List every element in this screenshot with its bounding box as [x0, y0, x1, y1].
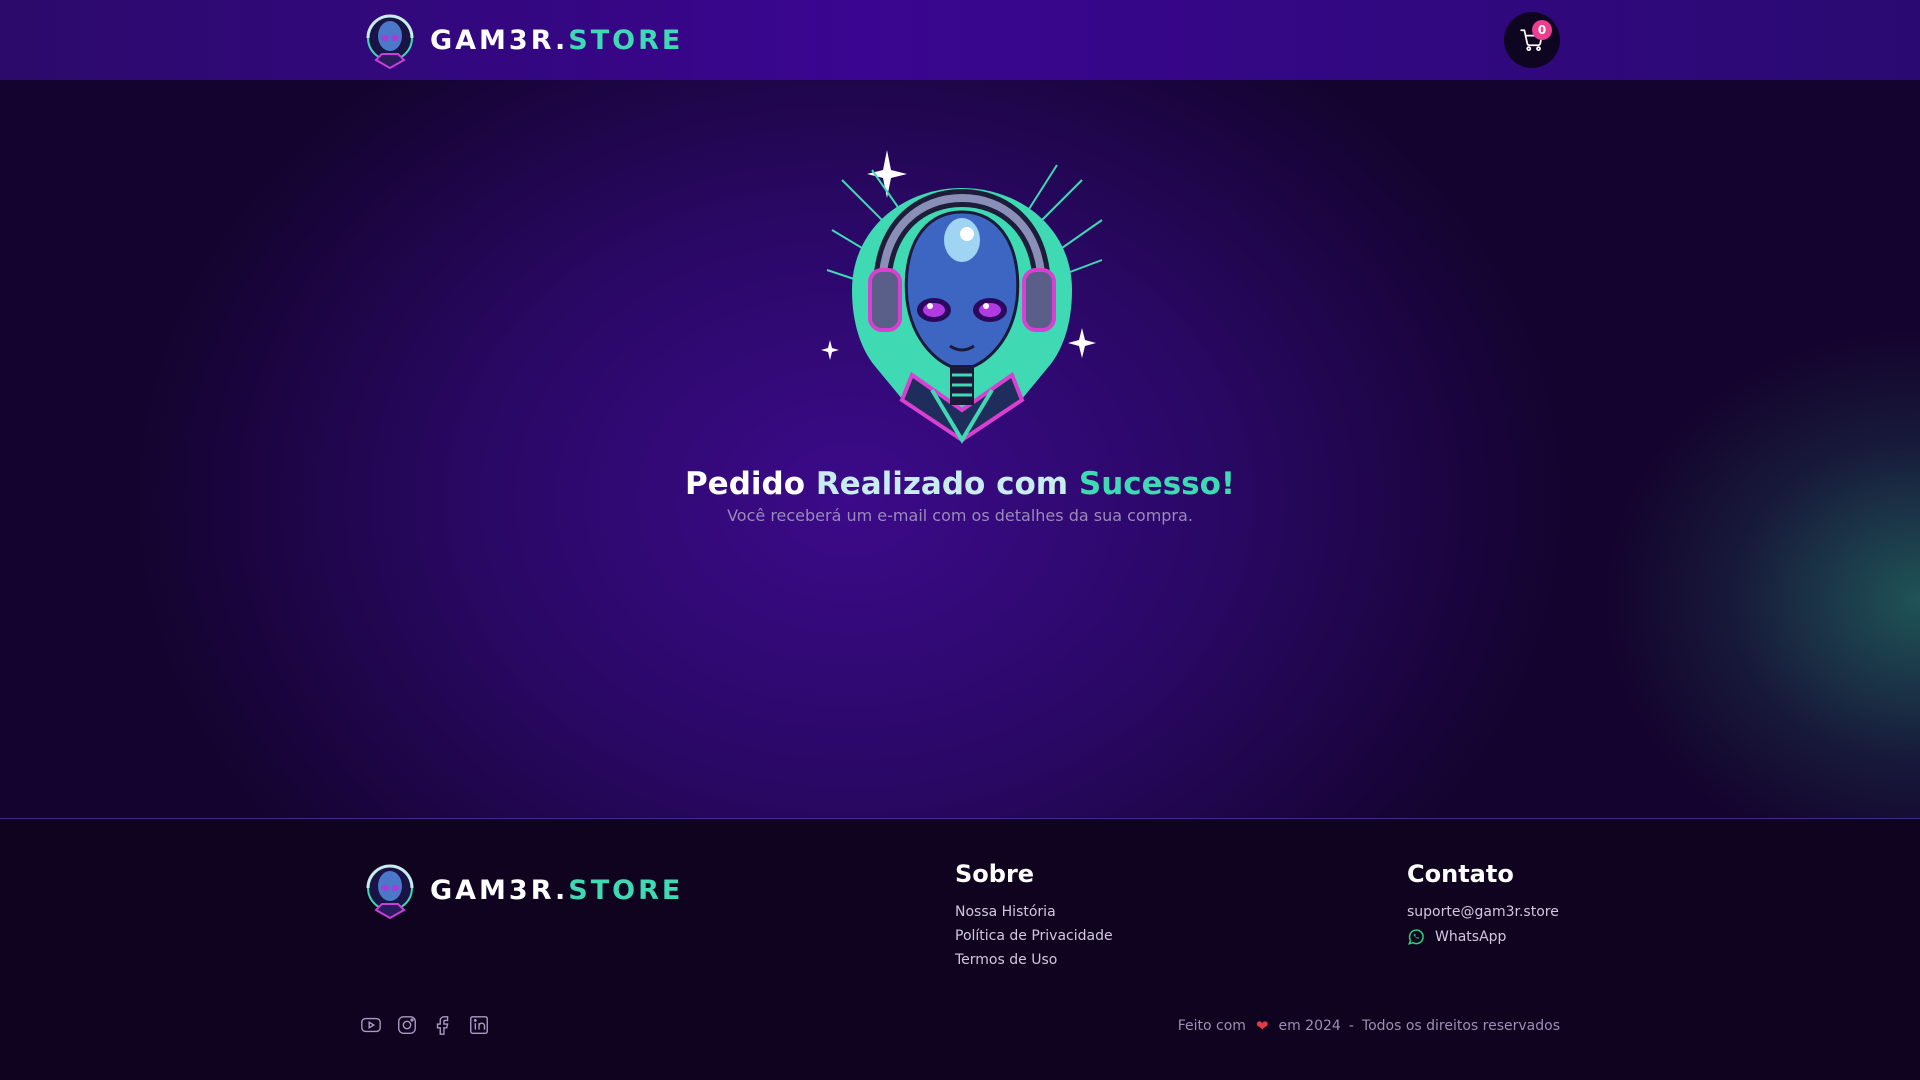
whatsapp-link[interactable]: WhatsApp [1407, 928, 1506, 946]
alien-headset-mascot-image [821, 150, 1103, 444]
cart-count-badge: 0 [1532, 20, 1552, 40]
cart-button[interactable]: 0 [1504, 12, 1560, 68]
contact-heading: Contato [1407, 860, 1514, 888]
brand-name-part2: STORE [568, 24, 684, 56]
footer-brand-logo[interactable]: GAM3R.STORE [360, 858, 683, 922]
order-success-section: Pedido Realizado com Sucesso! Você receb… [0, 80, 1920, 818]
site-header: GAM3R.STORE 0 [0, 0, 1920, 80]
heart-icon: ❤ [1255, 1017, 1269, 1035]
success-subtitle: Você receberá um e-mail com os detalhes … [727, 506, 1193, 525]
rights-text: Todos os direitos reservados [1361, 1018, 1560, 1034]
made-with-text: Feito com [1177, 1018, 1246, 1034]
link-termos-uso[interactable]: Termos de Uso [955, 952, 1057, 968]
facebook-icon[interactable] [432, 1014, 454, 1036]
whatsapp-label: WhatsApp [1435, 929, 1507, 945]
success-title: Pedido Realizado com Sucesso! [0, 466, 1920, 502]
brand-name: GAM3R.STORE [430, 25, 683, 56]
social-links [360, 1014, 490, 1036]
linkedin-icon[interactable] [468, 1014, 490, 1036]
year-text: em 2024 [1278, 1018, 1341, 1034]
success-title-word2: Realizado com [815, 466, 1069, 502]
whatsapp-icon [1408, 929, 1424, 945]
success-title-word1: Pedido [684, 466, 806, 502]
site-footer [0, 818, 1920, 1080]
instagram-icon[interactable] [396, 1014, 418, 1036]
youtube-icon[interactable] [360, 1014, 382, 1036]
link-nossa-historia[interactable]: Nossa História [955, 904, 1056, 920]
brand-name-part1: GAM3R. [430, 24, 569, 56]
footer-brand-name-part1: GAM3R. [430, 874, 569, 906]
success-title-word3: Sucesso! [1078, 466, 1236, 502]
header-brand-logo[interactable]: GAM3R.STORE [360, 8, 683, 72]
about-heading: Sobre [955, 860, 1035, 888]
footer-brand-name: GAM3R.STORE [430, 875, 683, 906]
footer-brand-name-part2: STORE [568, 874, 684, 906]
contact-email-link[interactable]: suporte@gam3r.store [1407, 904, 1559, 920]
copyright-line: Feito com ❤ em 2024 - Todos os direitos … [1178, 1017, 1560, 1035]
alien-logo-icon [366, 864, 414, 920]
alien-logo-icon [366, 14, 414, 70]
separator: - [1348, 1018, 1354, 1034]
link-politica-privacidade[interactable]: Política de Privacidade [955, 928, 1113, 944]
